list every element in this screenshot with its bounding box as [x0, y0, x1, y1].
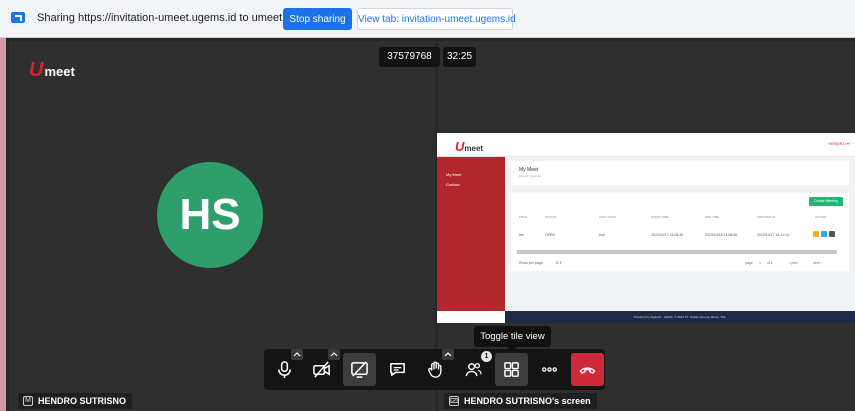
- camera-off-icon: [313, 361, 330, 378]
- shared-card-subtitle: All your meet list: [519, 174, 542, 178]
- shared-cell: 2022/10/17 14:08:40: [651, 233, 684, 237]
- shared-col-header: ACTION: [815, 215, 827, 219]
- participant-avatar: HS: [157, 162, 263, 268]
- shared-col-header: END TIME: [705, 215, 720, 219]
- shared-cell: true: [599, 233, 606, 237]
- participants-count-badge: 1: [481, 351, 492, 362]
- more-actions-button[interactable]: [533, 353, 566, 386]
- shared-title-card: My Meet All your meet list: [511, 161, 849, 185]
- chevron-up-icon: [330, 352, 338, 357]
- camera-options-caret[interactable]: [328, 349, 340, 360]
- participant-name-plate: M HENDRO SUTRISNO: [18, 393, 133, 409]
- leave-meeting-button[interactable]: [571, 353, 604, 386]
- shared-rows-per-page-label: Rows per page:: [519, 261, 544, 265]
- screen-share-name: HENDRO SUTRISNO's screen: [464, 396, 591, 406]
- shared-sidebar: My Meet Contact: [437, 157, 505, 311]
- shared-app-logo: Umeet: [455, 139, 484, 154]
- shared-col-header: ONLY COST: [599, 215, 617, 219]
- chat-icon: [390, 363, 405, 376]
- meeting-timer: 32:25: [443, 47, 476, 67]
- stop-screen-share-icon: [351, 361, 368, 378]
- shared-user-menu: HENDRO ▾: [828, 141, 849, 146]
- toggle-tile-view-button[interactable]: [495, 353, 528, 386]
- reactions-options-caret[interactable]: [442, 349, 454, 360]
- shared-create-button: Create Meeting: [809, 197, 843, 206]
- shared-rows-per-page-value: 10 ▾: [555, 261, 562, 265]
- screen-sharing-bar: Sharing https://invitation-umeet.ugems.i…: [0, 0, 855, 38]
- meeting-id-label: 37579768: [379, 47, 440, 67]
- shared-main: My Meet All your meet list Create Meetin…: [505, 157, 855, 311]
- shared-scrollbar: [517, 250, 837, 254]
- shared-page-label: page: [745, 261, 753, 265]
- shared-card-title: My Meet: [519, 167, 539, 173]
- meeting-toolbar: 1: [264, 349, 605, 390]
- chat-button[interactable]: [381, 353, 414, 386]
- shared-col-header: START TIME: [651, 215, 669, 219]
- shared-edit-icon: [813, 231, 819, 237]
- shared-cell: tes: [519, 233, 524, 237]
- hang-up-icon: [579, 367, 596, 374]
- toggle-tile-view-tooltip: Toggle tile view: [474, 326, 551, 352]
- shared-col-header: CREATED AT: [757, 215, 776, 219]
- participants-icon: [465, 362, 482, 377]
- shared-app-header: Umeet HENDRO ▾: [437, 133, 855, 157]
- screen-share-icon: [11, 12, 25, 23]
- shared-delete-icon: [829, 231, 835, 237]
- more-icon: [542, 367, 557, 372]
- microphone-icon: [278, 361, 291, 379]
- shared-screen: Umeet HENDRO ▾ My Meet Contact My Meet A…: [437, 133, 855, 323]
- shared-table-card: Create Meeting TITLE STATUS ONLY COST ST…: [511, 193, 849, 271]
- shared-sidebar-item: Contact: [446, 182, 460, 187]
- shared-cell: OPEN: [545, 233, 555, 237]
- moderator-icon: M: [23, 396, 33, 406]
- shared-prev: ‹ prev: [789, 261, 798, 265]
- umeet-logo: Umeet: [29, 59, 75, 81]
- shared-footer: Provided by Digitech - GEMS. © 2022 PT. …: [505, 311, 855, 323]
- participant-name: HENDRO SUTRISNO: [38, 396, 127, 406]
- screen-share-name-plate: HENDRO SUTRISNO's screen: [444, 393, 597, 409]
- screen-share-icon: [449, 396, 459, 406]
- stop-sharing-button[interactable]: Stop sharing: [283, 8, 352, 30]
- microphone-options-caret[interactable]: [291, 349, 303, 360]
- shared-cell: 2022/10/17 14:11:14: [757, 233, 789, 237]
- chevron-up-icon: [444, 352, 452, 357]
- shared-page-value: 1: [759, 261, 761, 265]
- shared-view-icon: [821, 231, 827, 237]
- screen-share-button[interactable]: [343, 353, 376, 386]
- shared-sidebar-item: My Meet: [446, 172, 462, 177]
- tile-view-icon: [504, 362, 519, 377]
- chevron-up-icon: [293, 352, 301, 357]
- shared-col-header: TITLE: [519, 215, 528, 219]
- raise-hand-icon: [428, 361, 442, 378]
- shared-next: next ›: [813, 261, 822, 265]
- shared-page-of: of 1: [767, 261, 773, 265]
- shared-col-header: STATUS: [545, 215, 557, 219]
- shared-cell: 2022/10/18 14:08:46: [705, 233, 738, 237]
- view-tab-button[interactable]: View tab: invitation-umeet.ugems.id: [357, 8, 516, 30]
